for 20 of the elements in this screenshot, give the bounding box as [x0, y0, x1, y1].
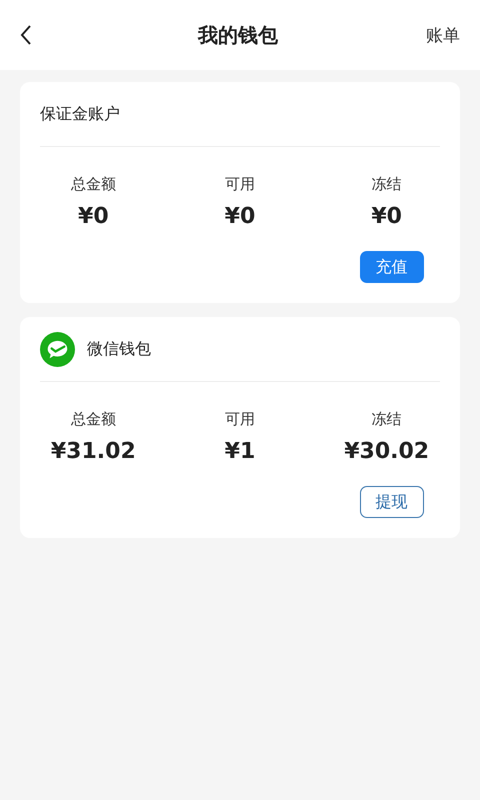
stat-label: 总金额 [70, 175, 116, 194]
withdraw-button[interactable]: 提现 [360, 486, 424, 518]
card-title: 微信钱包 [87, 338, 151, 360]
bill-link[interactable]: 账单 [426, 24, 460, 46]
chat-bubble-icon [40, 332, 75, 366]
stat-value: ¥0 [371, 204, 402, 229]
stat-label: 总金额 [70, 410, 116, 429]
stat-label: 冻结 [372, 410, 402, 429]
stat-label: 可用 [224, 175, 255, 194]
stat-value: ¥0 [224, 204, 256, 229]
stat-label: 冻结 [372, 175, 402, 194]
stat-value: ¥30.02 [344, 439, 430, 464]
stat-value: ¥1 [224, 439, 256, 464]
stat-value: ¥0 [78, 204, 109, 229]
stat-value: ¥31.02 [50, 439, 136, 464]
stat-label: 可用 [224, 410, 255, 429]
page-title: 我的钱包 [198, 22, 278, 48]
back-icon [20, 25, 32, 45]
card-title: 保证金账户 [40, 104, 120, 124]
recharge-button[interactable]: 充值 [360, 251, 424, 283]
